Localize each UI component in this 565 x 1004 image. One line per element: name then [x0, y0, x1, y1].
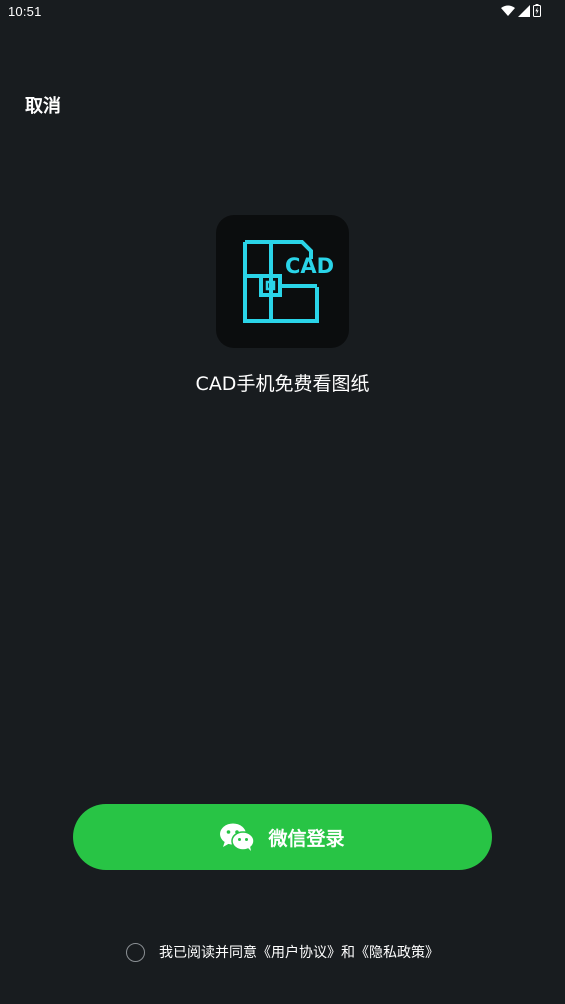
signal-icon	[518, 4, 530, 17]
agreement-checkbox[interactable]	[126, 942, 145, 962]
wifi-icon	[501, 5, 515, 16]
privacy-policy-link[interactable]: 《隐私政策》	[355, 942, 439, 962]
app-name: CAD手机免费看图纸	[195, 373, 370, 395]
status-time: 10:51	[8, 4, 42, 19]
wechat-login-label: 微信登录	[268, 827, 345, 850]
wechat-icon	[220, 823, 255, 851]
agreement-conjunction: 和	[341, 945, 355, 961]
agreement-text: 我已阅读并同意 《用户协议》 和 《隐私政策》	[159, 942, 439, 962]
battery-icon	[533, 4, 541, 17]
cad-logo-icon: CAD	[243, 240, 334, 323]
app-logo: CAD	[216, 215, 349, 348]
status-bar: 10:51	[0, 0, 565, 24]
agreement-prefix: 我已阅读并同意	[159, 945, 257, 961]
agreement-row: 我已阅读并同意 《用户协议》 和 《隐私政策》	[0, 942, 565, 962]
user-agreement-link[interactable]: 《用户协议》	[257, 942, 341, 962]
logo-text: CAD	[285, 254, 334, 278]
cancel-button[interactable]: 取消	[25, 92, 61, 118]
wechat-login-button[interactable]: 微信登录	[73, 804, 492, 870]
status-icons	[501, 4, 541, 17]
